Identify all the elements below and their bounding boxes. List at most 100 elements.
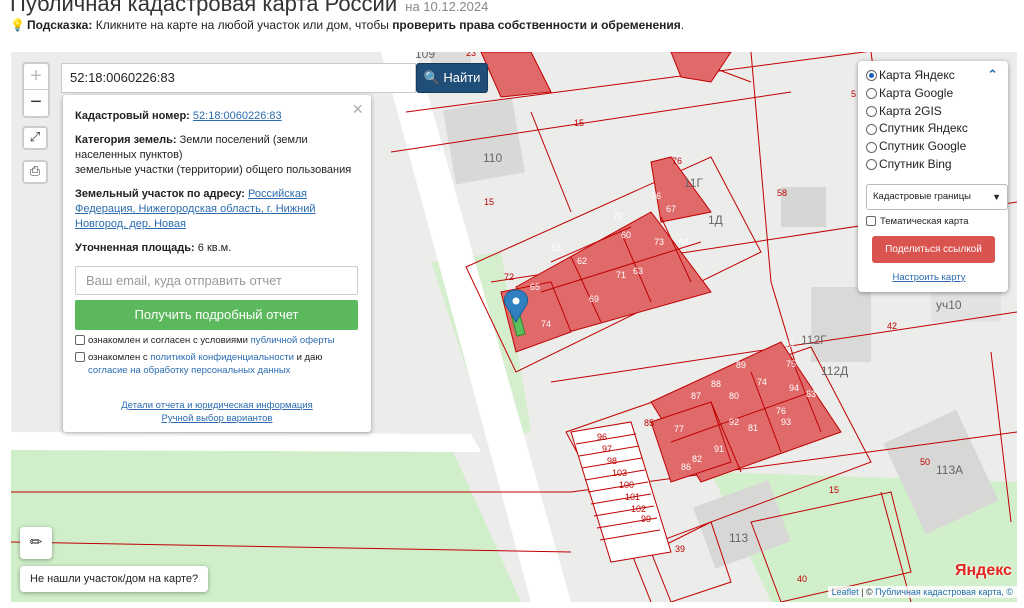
layer-option-google-satellite[interactable]: Спутник Google [866, 138, 1008, 156]
svg-text:95: 95 [784, 339, 794, 349]
printer-icon: ⎙ [29, 163, 41, 178]
email-input[interactable]: Ваш email, куда отправить отчет [75, 266, 358, 295]
svg-text:113: 113 [729, 531, 748, 545]
svg-text:5: 5 [851, 89, 856, 99]
configure-map-link[interactable]: Настроить карту [866, 272, 992, 283]
hint: 💡 Подсказка: Кликните на карте на любой у… [10, 18, 685, 32]
page-title: Публичная кадастровая карта России на 10… [10, 0, 489, 16]
svg-text:113А: 113А [936, 463, 963, 477]
layer-option-google-map[interactable]: Карта Google [866, 85, 1008, 103]
svg-text:75: 75 [786, 359, 796, 369]
layer-switcher: ⌃ Карта Яндекс Карта Google Карта 2GIS С… [858, 61, 1008, 292]
svg-text:92: 92 [729, 417, 739, 427]
svg-text:112Д: 112Д [821, 364, 848, 378]
svg-text:103: 103 [612, 468, 627, 478]
fullscreen-button[interactable]: ⤢ [22, 126, 48, 150]
svg-text:87: 87 [691, 391, 701, 401]
thematic-map-toggle[interactable]: Тематическая карта [866, 216, 1008, 227]
search-button[interactable]: 🔍 Найти [416, 63, 488, 93]
radio-button[interactable] [866, 70, 877, 82]
svg-text:67: 67 [666, 204, 676, 214]
svg-text:89: 89 [736, 360, 746, 370]
radio-button[interactable] [866, 159, 877, 171]
details-link[interactable]: Детали отчета и юридическая информация [121, 400, 313, 411]
not-found-button[interactable]: Не нашли участок/дом на карте? [20, 566, 209, 592]
leaflet-link[interactable]: Leaflet [832, 587, 859, 597]
svg-text:39: 39 [675, 544, 685, 554]
svg-text:74: 74 [757, 377, 767, 387]
search-icon: 🔍 [423, 70, 440, 85]
radio-button[interactable] [866, 105, 877, 117]
svg-text:81: 81 [748, 423, 758, 433]
print-button[interactable]: ⎙ [22, 160, 48, 184]
radio-button[interactable] [866, 123, 877, 135]
chevron-up-icon[interactable]: ⌃ [987, 67, 998, 83]
manual-selection-link[interactable]: Ручной выбор вариантов [162, 413, 273, 424]
svg-text:73: 73 [654, 237, 664, 247]
svg-text:1Д: 1Д [708, 213, 723, 227]
svg-text:60: 60 [621, 230, 631, 240]
ruler-icon: ✏ [29, 534, 43, 551]
offer-link[interactable]: публичной оферты [251, 335, 335, 346]
agree-offer-checkbox[interactable] [75, 335, 85, 345]
svg-text:96: 96 [597, 432, 607, 442]
share-link-button[interactable]: Поделиться ссылкой [872, 235, 995, 263]
agree-offer-row: ознакомлен и согласен с условиями публич… [75, 334, 359, 347]
svg-text:100: 100 [619, 480, 634, 490]
close-icon[interactable]: × [352, 99, 363, 120]
svg-text:58: 58 [777, 188, 787, 198]
svg-text:93: 93 [781, 417, 791, 427]
radio-button[interactable] [866, 88, 877, 100]
svg-text:88: 88 [711, 379, 721, 389]
svg-text:91: 91 [714, 444, 724, 454]
cadastral-number: Кадастровый номер: 52:18:0060226:83 [75, 110, 282, 122]
zoom-out-button[interactable]: − [24, 90, 48, 116]
thematic-map-checkbox[interactable] [866, 216, 876, 227]
svg-text:15: 15 [574, 118, 584, 128]
agree-privacy-row: ознакомлен с политикой конфиденциальност… [75, 351, 359, 377]
cadastral-map-link[interactable]: Публичная кадастровая карта, © [875, 587, 1013, 597]
svg-text:65: 65 [530, 282, 540, 292]
zoom-in-button[interactable]: + [24, 64, 48, 90]
get-report-button[interactable]: Получить подробный отчет [75, 300, 358, 330]
svg-text:98: 98 [607, 456, 617, 466]
svg-text:80: 80 [729, 391, 739, 401]
svg-text:74: 74 [541, 319, 551, 329]
svg-text:101: 101 [625, 492, 640, 502]
cadastral-map[interactable]: 110 11Г 1Д 112Г 112Д 113А 113 уч10 109 1… [11, 52, 1017, 602]
layer-option-2gis-map[interactable]: Карта 2GIS [866, 103, 1008, 121]
zoom-control: + − [22, 62, 50, 118]
lightbulb-icon: 💡 [10, 18, 25, 32]
layer-option-yandex-satellite[interactable]: Спутник Яндекс [866, 120, 1008, 138]
radio-button[interactable] [866, 141, 877, 153]
svg-text:50: 50 [920, 457, 930, 467]
svg-text:69: 69 [589, 294, 599, 304]
svg-text:94: 94 [789, 383, 799, 393]
svg-text:86: 86 [681, 462, 691, 472]
svg-text:15: 15 [484, 197, 494, 207]
measure-button[interactable]: ✏ [20, 527, 52, 559]
layer-option-bing-satellite[interactable]: Спутник Bing [866, 156, 1008, 174]
consent-link[interactable]: согласие на обработку персональных данны… [88, 365, 290, 376]
svg-text:72: 72 [504, 272, 514, 282]
cadastral-number-link[interactable]: 52:18:0060226:83 [193, 110, 282, 122]
svg-text:109: 109 [415, 52, 435, 61]
svg-text:15: 15 [829, 485, 839, 495]
overlay-select[interactable]: Кадастровые границы ▼ [866, 183, 1008, 210]
privacy-link[interactable]: политикой конфиденциальности [150, 352, 294, 363]
land-category: Категория земель: Земли поселений (земли… [75, 134, 352, 176]
svg-text:76: 76 [672, 156, 682, 166]
svg-text:112Г: 112Г [801, 333, 827, 347]
agree-privacy-checkbox[interactable] [75, 352, 85, 362]
svg-text:62: 62 [577, 256, 587, 266]
svg-text:97: 97 [602, 444, 612, 454]
parcel-area: Уточненная площадь: 6 кв.м. [75, 242, 232, 254]
svg-text:63: 63 [633, 266, 643, 276]
expand-icon: ⤢ [29, 129, 41, 144]
svg-text:76: 76 [651, 191, 661, 201]
svg-text:82: 82 [692, 454, 702, 464]
svg-text:99: 99 [641, 514, 651, 524]
svg-text:77: 77 [674, 424, 684, 434]
svg-text:102: 102 [631, 504, 646, 514]
cadastral-search-input[interactable]: 52:18:0060226:83 [61, 63, 416, 93]
